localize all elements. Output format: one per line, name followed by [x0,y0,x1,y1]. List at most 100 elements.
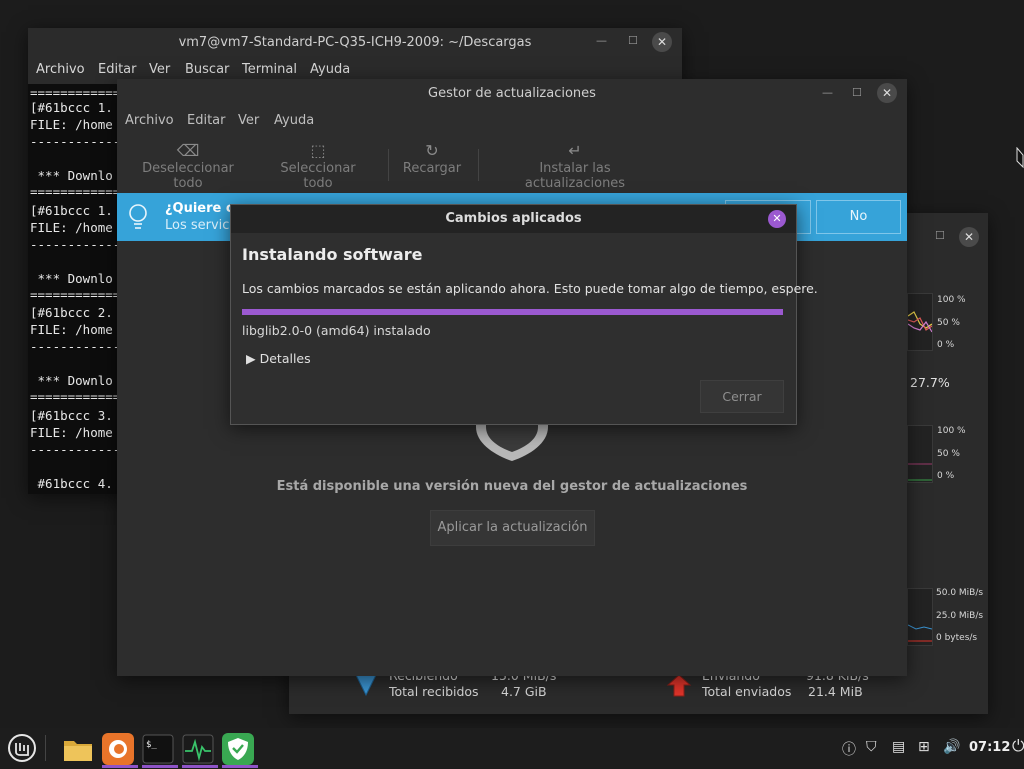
terminal-line: FILE: /home [30,322,113,337]
details-expander[interactable]: ▶ Detalles [246,351,311,366]
deselect-all-label: Deseleccionar todo [142,161,234,191]
maximize-icon[interactable]: ☐ [852,86,862,99]
terminal-line: #61bccc 4. [30,476,113,491]
close-button[interactable]: Cerrar [700,380,784,413]
install-updates-label: Instalar las actualizaciones [524,161,626,191]
upload-arrow-icon [666,674,692,697]
terminal-line: [#61bccc 1. [30,100,113,115]
terminal-line: FILE: /home [30,425,113,440]
files-app-icon[interactable] [62,733,94,765]
svg-text:$_: $_ [146,740,157,750]
menu-archivo[interactable]: Archivo [125,113,174,128]
banner-no-button[interactable]: No [816,200,901,234]
cpu-percent: 27.7% [910,375,950,390]
menu-ver[interactable]: Ver [149,62,170,77]
panel-separator [45,735,46,761]
toolbar-separator [388,149,389,181]
close-icon[interactable]: ✕ [768,210,786,228]
volume-tray-icon[interactable]: 🔊 [943,739,960,755]
terminal-line: FILE: /home [30,117,113,132]
terminal-line: *** Downlo [30,271,113,286]
terminal-app-icon[interactable]: $_ [142,733,174,765]
info-tray-icon[interactable]: ⓘ [842,739,856,759]
progress-status: libglib2.0-0 (amd64) instalado [242,323,431,338]
terminal-line: ============ [30,184,121,199]
update-manager-app-icon[interactable] [222,733,254,765]
select-all-label: Seleccionar todo [280,161,356,191]
new-version-text: Está disponible una versión nueva del ge… [276,479,748,494]
select-all-button[interactable]: ⬚ Seleccionar todo [265,139,371,195]
menu-editar[interactable]: Editar [187,113,226,128]
total-received-value: 4.7 GiB [501,684,547,699]
menu-ver[interactable]: Ver [238,113,259,128]
download-arrow-icon [355,674,377,697]
terminal-line: [#61bccc 2. [30,305,113,320]
network-tick-25: 25.0 MiB/s [936,611,984,621]
menu-ayuda[interactable]: Ayuda [274,113,314,128]
clock[interactable]: 07:12 [969,740,1010,755]
maximize-icon[interactable]: ☐ [628,34,638,47]
terminal-line: ============ [30,85,121,100]
memory-graph-lines [908,463,932,481]
terminal-line: ------------ [30,134,121,149]
cpu-tick-100: 100 % [937,295,966,305]
apply-update-button[interactable]: Aplicar la actualización [430,510,595,546]
taskbar: $_ ⓘ ⛉ ▤ ⊞ 🔊 07:12 ⏻ [0,728,1024,768]
details-label: Detalles [259,351,311,366]
terminal-line: [#61bccc 1. [30,203,113,218]
menu-ayuda[interactable]: Ayuda [310,62,350,77]
shield-tray-icon[interactable]: ⛉ [866,739,877,755]
close-icon[interactable]: ✕ [652,32,672,52]
network-graph [907,588,933,646]
reload-label: Recargar [402,161,462,176]
cpu-tick-50: 50 % [937,318,960,328]
terminal-title: vm7@vm7-Standard-PC-Q35-ICH9-2009: ~/Des… [28,28,682,58]
dialog-title: Cambios aplicados [231,205,796,233]
reload-icon: ↻ [425,141,439,160]
network-graph-lines [907,624,933,642]
progress-bar [242,309,783,315]
memory-graph [907,425,933,483]
deselect-all-button[interactable]: ⌫ Deseleccionar todo [127,139,249,195]
dialog-message: Los cambios marcados se están aplicando … [242,281,818,296]
toolbar-separator [478,149,479,181]
maximize-icon[interactable]: ☐ [935,229,945,242]
mint-menu-icon[interactable] [7,733,37,763]
terminal-line: *** Downlo [30,168,113,183]
memory-tick-100: 100 % [937,426,966,436]
close-icon[interactable]: ✕ [877,83,897,103]
total-received-label: Total recibidos [389,684,479,699]
terminal-line: *** Downlo [30,373,113,388]
menu-editar[interactable]: Editar [98,62,137,77]
network-tray-icon[interactable]: ⊞ [918,739,930,755]
minimize-icon[interactable]: — [822,86,833,99]
install-updates-button[interactable]: ↵ Instalar las actualizaciones [491,139,659,195]
clipboard-tray-icon[interactable]: ▤ [892,739,905,755]
network-tick-0: 0 bytes/s [936,633,978,643]
terminal-line: ============ [30,287,121,302]
total-sent-label: Total enviados [702,684,792,699]
mouse-cursor-icon [1016,147,1024,169]
memory-tick-50: 50 % [937,449,960,459]
menu-archivo[interactable]: Archivo [36,62,85,77]
memory-tick-0: 0 % [937,471,955,481]
close-icon[interactable]: ✕ [959,227,979,247]
reload-button[interactable]: ↻ Recargar [402,139,462,195]
menu-buscar[interactable]: Buscar [185,62,229,77]
power-icon[interactable]: ⏻ [1012,736,1024,756]
menu-terminal[interactable]: Terminal [242,62,297,77]
firefox-app-icon[interactable] [102,733,134,765]
terminal-line: [#61bccc 3. [30,408,113,423]
total-sent-value: 21.4 MiB [808,684,863,699]
network-tick-50: 50.0 MiB/s [936,588,984,598]
expand-arrow-icon: ▶ [246,351,256,366]
update-manager-title: Gestor de actualizaciones [428,86,596,101]
lightbulb-icon [129,204,147,229]
clear-icon: ⌫ [176,141,200,160]
terminal-line: ============ [30,389,121,404]
system-monitor-app-icon[interactable] [182,733,214,765]
terminal-line: ------------ [30,339,121,354]
minimize-icon[interactable]: — [596,34,607,47]
changes-applied-dialog[interactable]: Cambios aplicados ✕ Instalando software … [230,204,818,425]
terminal-line: ------------ [30,442,121,457]
